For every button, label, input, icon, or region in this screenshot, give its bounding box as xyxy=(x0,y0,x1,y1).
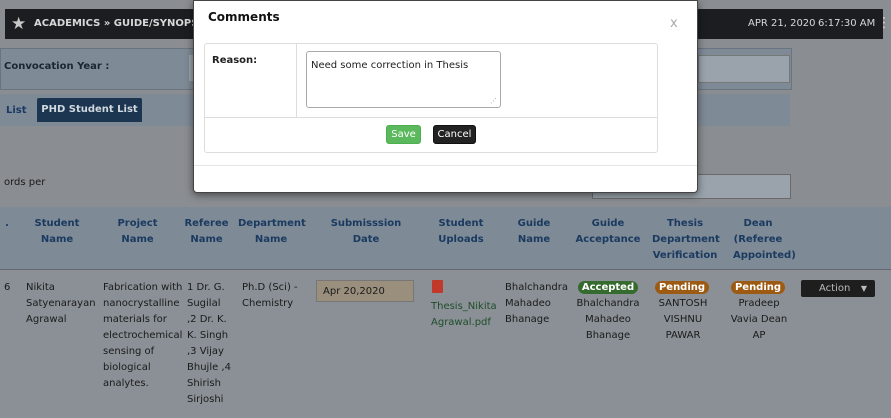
dean-pending-badge: Pending xyxy=(731,281,785,294)
col-index-header[interactable]: . xyxy=(4,216,10,232)
breadcrumb: ACADEMICS » GUIDE/SYNOPSIS xyxy=(34,18,210,29)
cell-project-name: Fabrication with nanocrystalline materia… xyxy=(103,282,183,389)
submission-date-input[interactable]: Apr 20,2020 xyxy=(316,280,414,302)
kebab-menu-icon[interactable]: ⋮ xyxy=(877,15,891,31)
col-project-name[interactable]: Project Name xyxy=(100,216,175,248)
form-divider-horizontal xyxy=(205,117,657,118)
header-date: APR 21, 2020 xyxy=(748,18,816,29)
thesis-pending-badge: Pending xyxy=(655,281,709,294)
resize-grip-icon[interactable]: ⋰ xyxy=(490,97,498,105)
filter-select-right[interactable] xyxy=(698,55,790,83)
col-student-uploads[interactable]: Student Uploads xyxy=(437,216,485,248)
col-dean[interactable]: Dean (Referee Appointed) xyxy=(733,216,796,264)
thesis-pdf-link[interactable]: Thesis_Nikita Agrawal.pdf xyxy=(431,299,497,331)
close-icon[interactable]: x xyxy=(670,16,678,31)
tab-phd-student-list[interactable]: PHD Student List xyxy=(37,98,142,122)
reason-label: Reason: xyxy=(212,55,258,66)
row-index: 6 xyxy=(4,282,11,293)
cell-student-name: Nikita Satyenarayan Agrawal xyxy=(26,282,96,325)
reason-textarea[interactable]: Need some correction in Thesis xyxy=(306,51,501,108)
col-department-name[interactable]: Department Name xyxy=(238,216,306,248)
tab-list[interactable]: List xyxy=(6,105,27,116)
cell-guide-acceptance-name: Bhalchandra Mahadeo Bhanage xyxy=(576,298,640,341)
cell-thesis-name: SANTOSH VISHNU PAWAR xyxy=(658,298,708,341)
cell-guide-name: Bhalchandra Mahadeo Bhanage xyxy=(505,282,568,325)
header-time: 6:17:30 AM xyxy=(818,18,876,29)
form-divider-vertical xyxy=(296,44,297,117)
star-icon: ★ xyxy=(11,14,27,34)
table-header: . Student Name Project Name Referee Name… xyxy=(0,207,891,270)
guide-accepted-badge: Accepted xyxy=(578,281,638,294)
col-referee-name[interactable]: Referee Name xyxy=(184,216,229,248)
col-thesis-verification[interactable]: Thesis Department Verification xyxy=(652,216,720,264)
cell-dean-name: Pradeep Vavia Dean AP xyxy=(730,298,788,341)
cell-referee-name: 1 Dr. G. Sugilal ,2 Dr. K. K. Singh ,3 V… xyxy=(187,282,231,405)
caret-down-icon: ▼ xyxy=(860,284,867,293)
modal-footer-divider xyxy=(194,165,697,166)
pdf-file-icon[interactable] xyxy=(432,280,443,293)
col-submission-date[interactable]: Submisssion Date xyxy=(318,216,414,248)
col-student-name[interactable]: Student Name xyxy=(32,216,82,248)
reason-form: Reason: Need some correction in Thesis ⋰… xyxy=(204,43,658,153)
comments-modal: Comments x Reason: Need some correction … xyxy=(193,0,698,193)
action-dropdown-button[interactable]: Action ▼ xyxy=(801,280,875,297)
convocation-year-label: Convocation Year : xyxy=(4,61,110,72)
action-button-label: Action xyxy=(819,283,851,294)
modal-title: Comments xyxy=(208,10,280,24)
save-button[interactable]: Save xyxy=(386,125,421,144)
cell-department: Ph.D (Sci) - Chemistry xyxy=(242,282,298,309)
col-guide-acceptance[interactable]: Guide Acceptance xyxy=(575,216,641,248)
cancel-button[interactable]: Cancel xyxy=(433,125,476,144)
records-per-page-label: ords per xyxy=(4,177,46,188)
col-guide-name[interactable]: Guide Name xyxy=(512,216,556,248)
